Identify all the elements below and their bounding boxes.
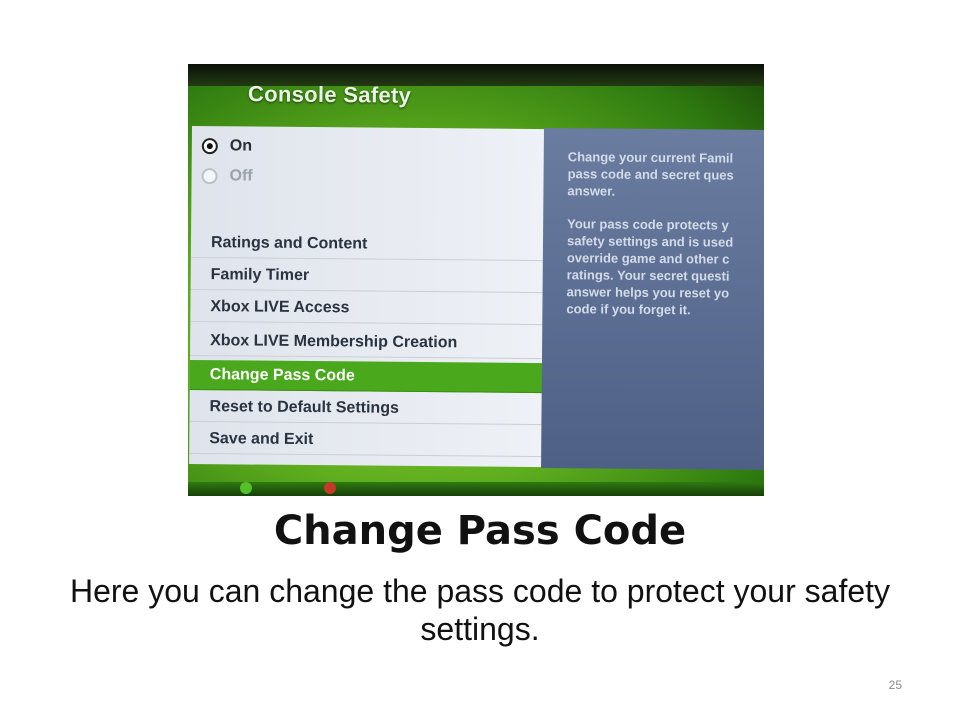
a-button-icon — [240, 482, 252, 494]
menu-item-family-timer[interactable]: Family Timer — [190, 259, 545, 294]
info-panel: Change your current Famil pass code and … — [541, 128, 764, 470]
radio-unselected-icon — [201, 168, 218, 185]
info-text-1: Change your current Famil pass code and … — [567, 149, 734, 199]
menu-item-ratings-and-content[interactable]: Ratings and Content — [190, 227, 546, 262]
screen-title: Console Safety — [247, 81, 412, 108]
radio-label: On — [229, 137, 253, 155]
b-button-icon — [324, 482, 336, 494]
menu-item-xbox-live-access[interactable]: Xbox LIVE Access — [190, 291, 545, 326]
tv-screen-photo: Console Safety On Off Ratings and Conten… — [188, 64, 764, 496]
radio-option-off[interactable]: Off — [201, 162, 253, 190]
menu-item-change-pass-code[interactable]: Change Pass Code — [189, 359, 544, 394]
slide-body-text: Here you can change the pass code to pro… — [69, 573, 891, 647]
menu-item-save-and-exit[interactable]: Save and Exit — [189, 423, 544, 458]
menu-item-reset-defaults[interactable]: Reset to Default Settings — [189, 391, 544, 426]
info-text-2: Your pass code protects y safety setting… — [566, 216, 734, 318]
radio-option-on[interactable]: On — [201, 132, 253, 160]
screen-bottom-edge — [188, 482, 764, 496]
page-number: 25 — [888, 678, 902, 692]
settings-menu: On Off Ratings and Content Family Timer … — [189, 126, 546, 468]
menu-item-membership-creation[interactable]: Xbox LIVE Membership Creation — [189, 325, 545, 360]
slide-title: Change Pass Code — [273, 508, 687, 554]
radio-selected-icon — [201, 138, 218, 155]
radio-label: Off — [229, 167, 253, 185]
